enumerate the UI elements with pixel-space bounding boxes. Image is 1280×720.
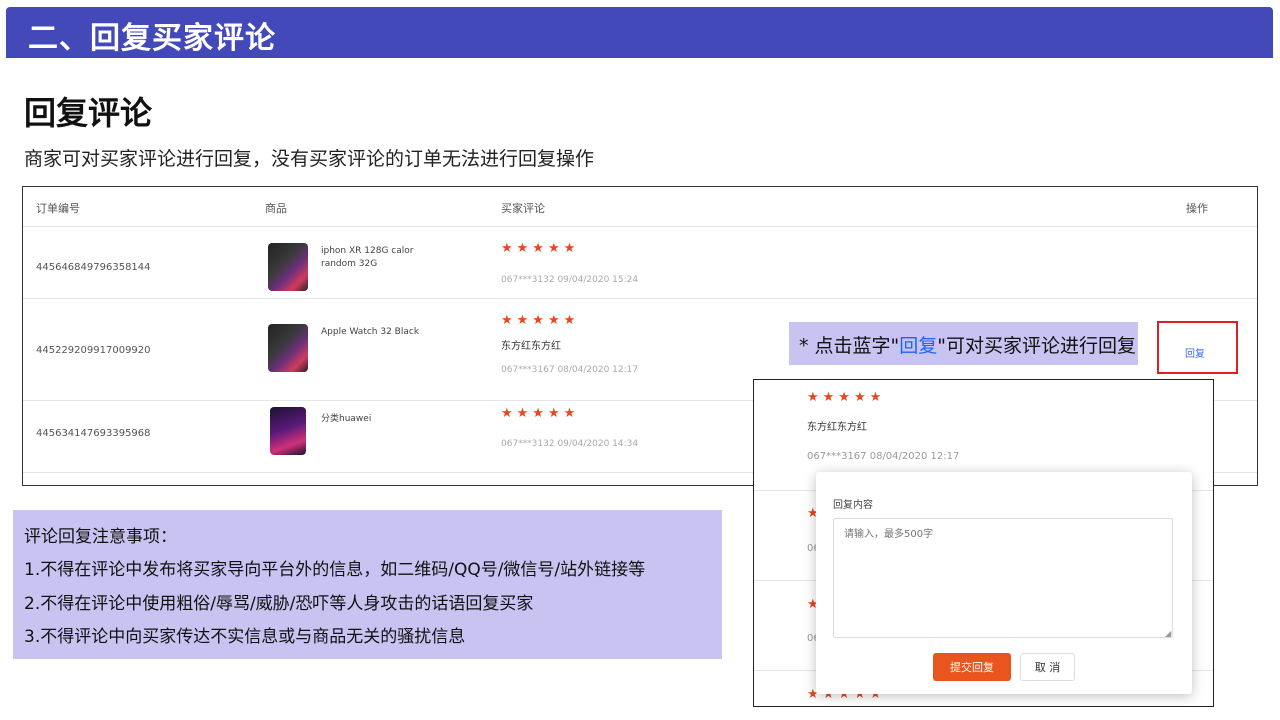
header-product: 商品 [265,202,287,215]
review-meta: 067***3132 09/04/2020 14:34 [501,439,639,449]
section-banner: 二、回复买家评论 [6,7,1273,58]
table-header: 订单编号 商品 买家评论 操作 [23,187,1257,227]
reply-highlight-box: 回复 [1157,321,1238,374]
note-item: 2.不得在评论中使用粗俗/辱骂/威胁/恐吓等人身攻击的话语回复买家 [24,594,534,614]
order-number: 445634147693395968 [36,428,151,439]
page-description: 商家可对买家评论进行回复，没有买家评论的订单无法进行回复操作 [24,148,595,170]
rating-stars: ★★★★★ [501,241,580,256]
header-order-no: 订单编号 [36,202,80,215]
header-review: 买家评论 [501,202,545,215]
submit-reply-button[interactable]: 提交回复 [933,653,1011,681]
callout-text-after: "可对买家评论进行回复 [937,335,1137,357]
notes-title: 评论回复注意事项： [24,527,177,547]
review-text: 东方红东方红 [501,341,561,352]
note-item: 3.不得评论中向买家传达不实信息或与商品无关的骚扰信息 [24,627,466,647]
reply-popup-screenshot: ★★★★★ 东方红东方红 067***3167 08/04/2020 12:17… [753,379,1214,707]
rating-stars: ★★★★★ [807,390,886,405]
table-row: 445646849796358144 iphon XR 128G calor r… [23,227,1257,299]
cancel-button[interactable]: 取 消 [1020,653,1075,681]
review-meta: 067***3132 09/04/2020 15:24 [501,275,639,285]
notes-panel: 评论回复注意事项： 1.不得在评论中发布将买家导向平台外的信息，如二维码/QQ号… [13,510,722,659]
rating-stars: ★★★★★ [501,313,580,328]
reply-content-input[interactable] [833,518,1173,638]
header-action: 操作 [1186,202,1208,215]
order-number: 445229209917009920 [36,345,151,356]
reply-dialog: 回复内容 ◢ 提交回复 取 消 [816,472,1192,694]
banner-title: 二、回复买家评论 [28,21,276,56]
rating-stars: ★★★★★ [501,406,580,421]
product-thumbnail [270,407,306,455]
page-title: 回复评论 [24,94,153,132]
callout-link-text: 回复 [899,335,938,357]
resize-handle-icon[interactable]: ◢ [1165,629,1171,638]
review-meta: 067***3167 08/04/2020 12:17 [807,451,960,462]
order-number: 445646849796358144 [36,262,151,273]
reply-content-label: 回复内容 [833,500,873,511]
review-text: 东方红东方红 [807,422,867,433]
product-thumbnail [268,243,308,291]
product-thumbnail [268,324,308,372]
product-name: 分类huawei [321,414,372,424]
product-name: Apple Watch 32 Black [321,327,420,337]
callout-text-before: * 点击蓝字" [799,335,900,357]
review-meta: 067***3167 08/04/2020 12:17 [501,365,639,375]
product-name: iphon XR 128G calor random 32G [321,246,414,269]
note-item: 1.不得在评论中发布将买家导向平台外的信息，如二维码/QQ号/微信号/站外链接等 [24,560,646,580]
reply-link[interactable]: 回复 [1185,345,1205,360]
reply-callout: * 点击蓝字"回复"可对买家评论进行回复 [789,322,1138,365]
